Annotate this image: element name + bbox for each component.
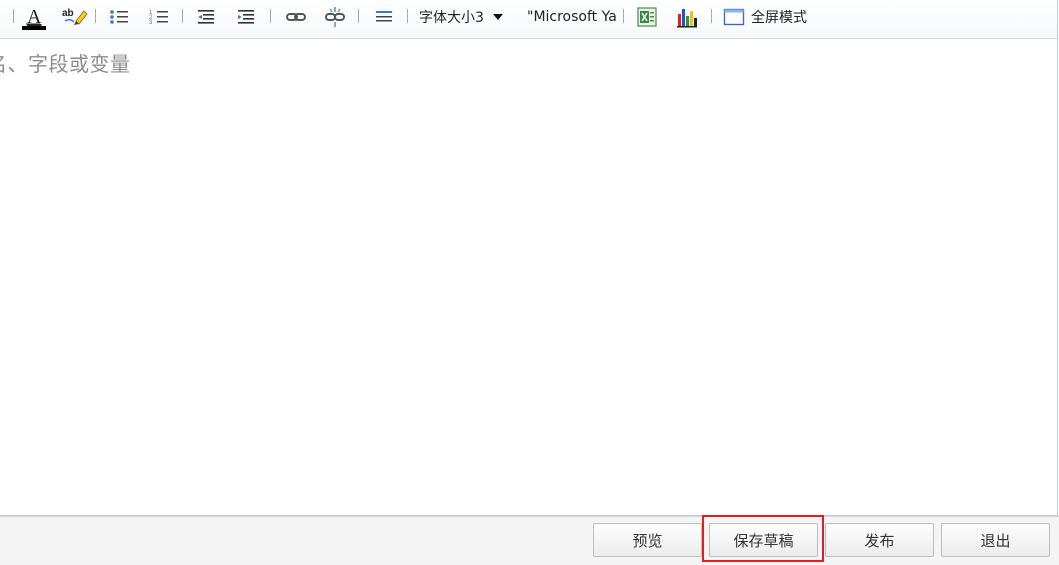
toolbar-separator [182,9,183,23]
font-size-dropdown[interactable]: 字体大小3 [419,4,523,30]
chart-icon[interactable] [673,4,701,30]
toolbar-separator [407,9,408,23]
toolbar-separator [95,9,96,23]
font-family-label: "Microsoft Ya [527,9,617,25]
svg-text:A: A [27,6,42,28]
font-size-label: 字体大小3 [419,10,484,26]
highlight-color-icon[interactable]: ab [59,4,89,30]
fullscreen-label: 全屏模式 [751,10,807,26]
fullscreen-button[interactable]: 全屏模式 [723,4,823,30]
publish-button[interactable]: 发布 [825,523,934,557]
excel-icon[interactable] [633,4,661,30]
toolbar-separator [623,9,624,23]
indent-icon[interactable] [232,4,260,30]
horizontal-rule-icon[interactable] [370,4,398,30]
window-icon [723,8,745,26]
toolbar-separator [270,9,271,23]
font-color-icon[interactable]: A [19,4,49,30]
unlink-icon[interactable] [321,4,349,30]
numbered-list-icon[interactable]: 1 2 3 [145,4,173,30]
rich-text-editor: A ab 1 2 3 字体大小3 "Microsoft Ya 全屏模式 名、字段… [0,0,1058,516]
save-draft-button[interactable]: 保存草稿 [709,523,818,557]
editor-placeholder: 名、字段或变量 [0,52,131,76]
font-family-dropdown[interactable]: "Microsoft Ya [527,4,619,30]
toolbar-separator [13,9,14,23]
svg-text:ab: ab [62,8,74,19]
svg-text:3: 3 [149,20,153,26]
editor-toolbar: A ab 1 2 3 字体大小3 "Microsoft Ya 全屏模式 [0,0,1057,39]
bulleted-list-icon[interactable] [105,4,133,30]
caret-down-icon [492,14,503,20]
exit-button[interactable]: 退出 [941,523,1050,557]
editor-content-area[interactable]: 名、字段或变量 [0,39,1057,515]
preview-button[interactable]: 预览 [593,523,702,557]
toolbar-separator [358,9,359,23]
link-icon[interactable] [282,4,310,30]
outdent-icon[interactable] [192,4,220,30]
toolbar-separator [711,9,712,23]
